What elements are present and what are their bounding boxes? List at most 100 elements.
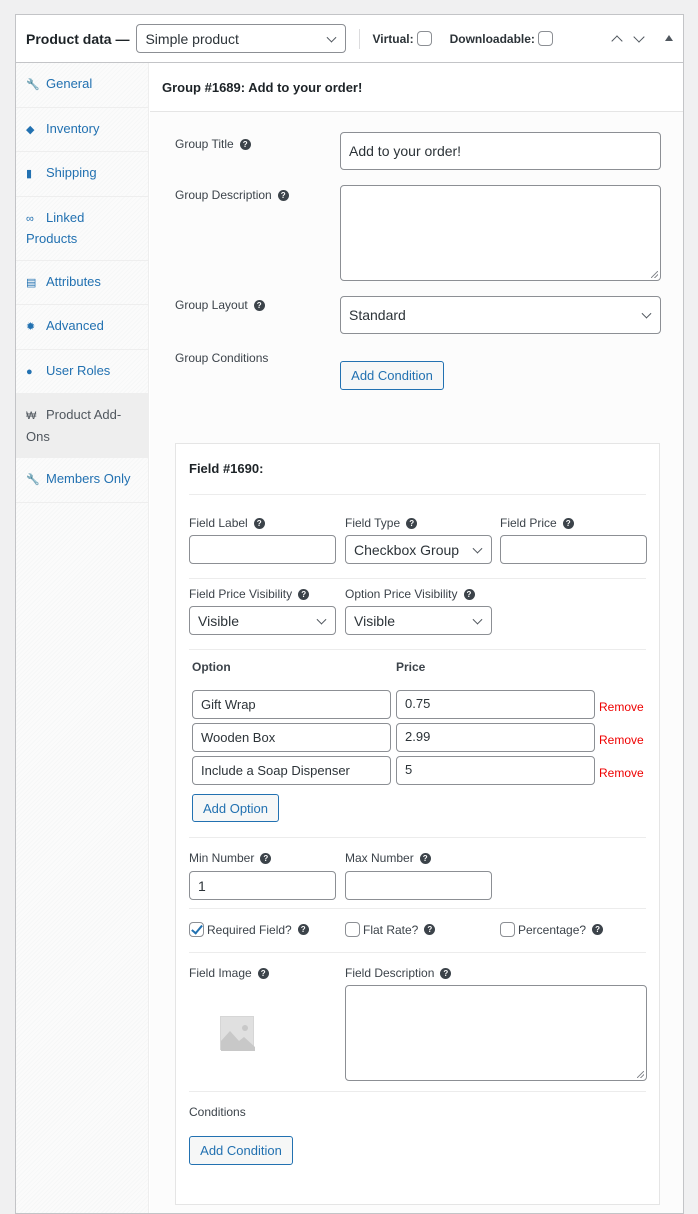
max-number-input[interactable] xyxy=(345,871,492,900)
option-name-input[interactable]: Wooden Box xyxy=(192,723,391,752)
add-option-button[interactable]: Add Option xyxy=(192,794,279,822)
label-text: Max Number xyxy=(345,851,414,865)
help-icon[interactable]: ? xyxy=(260,852,272,864)
resize-handle[interactable] xyxy=(637,1071,644,1078)
field-add-condition-button[interactable]: Add Condition xyxy=(189,1136,293,1165)
label-text: Field Image xyxy=(189,966,252,980)
help-icon[interactable]: ? xyxy=(253,299,265,311)
help-icon[interactable]: ? xyxy=(592,924,604,935)
field-price-input[interactable] xyxy=(500,535,647,564)
option-price-input[interactable]: 5 xyxy=(396,756,595,785)
tab-user-roles[interactable]: ● User Roles xyxy=(16,350,148,394)
input-value: 2.99 xyxy=(405,729,431,744)
tab-product-add-ons[interactable]: ₩ Product Add-Ons xyxy=(16,394,148,458)
field-price-visibility-select[interactable]: Visible xyxy=(189,606,336,635)
image-placeholder-icon[interactable] xyxy=(220,1016,255,1051)
remove-option-link[interactable]: Remove xyxy=(599,700,644,714)
tab-advanced[interactable]: ✹ Advanced xyxy=(16,305,148,350)
triangle-up-icon[interactable] xyxy=(665,35,673,41)
divider xyxy=(359,28,361,49)
resize-handle[interactable] xyxy=(651,271,658,278)
option-name-input[interactable]: Include a Soap Dispenser xyxy=(192,756,391,785)
percentage-option[interactable]: Percentage?? xyxy=(500,922,604,937)
divider xyxy=(189,578,646,579)
group-title-label: Group Title? xyxy=(175,137,251,151)
group-add-condition-button[interactable]: Add Condition xyxy=(340,361,444,390)
percentage-checkbox[interactable] xyxy=(500,922,515,937)
label-text: Group Conditions xyxy=(175,351,269,365)
label-text: Field Label xyxy=(189,516,248,530)
group-layout-select[interactable]: Standard xyxy=(340,296,661,334)
help-icon[interactable]: ? xyxy=(562,517,574,529)
chevron-down-icon xyxy=(327,32,337,43)
tag-icon: ◆ xyxy=(26,123,35,136)
help-icon[interactable]: ? xyxy=(253,517,265,529)
label-text: Conditions xyxy=(189,1105,246,1119)
tab-attributes[interactable]: ▤ Attributes xyxy=(16,261,148,305)
help-icon[interactable]: ? xyxy=(463,588,475,600)
field-type-select[interactable]: Checkbox Group xyxy=(345,535,492,564)
downloadable-option[interactable]: Downloadable: xyxy=(450,31,553,46)
help-icon[interactable]: ? xyxy=(277,189,289,201)
help-icon[interactable]: ? xyxy=(239,138,251,150)
tab-linked-products[interactable]: ∞ Linked Products xyxy=(16,197,148,261)
min-number-input[interactable]: 1 xyxy=(189,871,336,900)
input-value: 1 xyxy=(198,877,206,894)
help-icon[interactable]: ? xyxy=(440,967,452,979)
required-field-option[interactable]: Required Field?? xyxy=(189,922,309,937)
tab-members-only[interactable]: 🔧 Members Only xyxy=(16,458,148,503)
tab-general[interactable]: 🔧 General xyxy=(16,63,148,108)
wrench-icon: 🔧 xyxy=(26,79,40,91)
user-icon: ● xyxy=(26,365,33,378)
option-price-visibility-select[interactable]: Visible xyxy=(345,606,492,635)
remove-option-link[interactable]: Remove xyxy=(599,733,644,747)
tab-label: General xyxy=(46,76,93,91)
option-name-input[interactable]: Gift Wrap xyxy=(192,690,391,719)
select-value: Visible xyxy=(198,612,239,629)
virtual-checkbox[interactable] xyxy=(416,31,432,46)
group-title-input[interactable]: Add to your order! xyxy=(340,132,661,170)
help-icon[interactable]: ? xyxy=(257,967,269,979)
field-box: Field #1690: Field Label? Field Type? Ch… xyxy=(175,443,660,1205)
field-description-textarea[interactable] xyxy=(345,985,647,1081)
input-value: 0.75 xyxy=(405,696,431,711)
group-description-textarea[interactable] xyxy=(340,185,661,281)
product-type-select[interactable]: Simple product xyxy=(136,24,347,53)
select-value: Checkbox Group xyxy=(354,541,460,558)
label-text: Group Title xyxy=(175,137,234,151)
tab-inventory[interactable]: ◆ Inventory xyxy=(16,108,148,152)
downloadable-checkbox[interactable] xyxy=(537,31,553,46)
help-icon[interactable]: ? xyxy=(298,588,310,600)
option-price-input[interactable]: 2.99 xyxy=(396,723,595,752)
divider xyxy=(189,494,646,495)
options-header-option: Option xyxy=(192,660,231,674)
required-field-checkbox[interactable] xyxy=(189,922,204,937)
label-text: Min Number xyxy=(189,851,255,865)
tab-label: User Roles xyxy=(46,362,111,378)
flat-rate-checkbox[interactable] xyxy=(345,922,360,937)
product-data-tabs: 🔧 General ◆ Inventory ▮ Shipping ∞ Linked Pr… xyxy=(16,63,149,1213)
chevron-up-icon[interactable] xyxy=(611,35,623,47)
max-number-label: Max Number? xyxy=(345,851,431,865)
group-conditions-label: Group Conditions xyxy=(175,351,268,365)
divider xyxy=(189,1091,646,1092)
select-value: Visible xyxy=(354,612,395,629)
field-label-input[interactable] xyxy=(189,535,336,564)
help-icon[interactable]: ? xyxy=(406,517,418,529)
remove-option-link[interactable]: Remove xyxy=(599,766,644,780)
tab-label: Members Only xyxy=(46,471,131,486)
help-icon[interactable]: ? xyxy=(419,852,431,864)
help-icon[interactable]: ? xyxy=(424,924,436,935)
tab-shipping[interactable]: ▮ Shipping xyxy=(16,152,148,197)
chevron-down-icon[interactable] xyxy=(633,31,645,43)
field-type-label: Field Type? xyxy=(345,516,418,530)
virtual-option[interactable]: Virtual: xyxy=(372,31,432,46)
help-icon[interactable]: ? xyxy=(297,924,309,935)
tab-label: Inventory xyxy=(46,120,100,136)
truck-icon: ▮ xyxy=(26,168,33,180)
flat-rate-option[interactable]: Flat Rate?? xyxy=(345,922,436,937)
field-label-label: Field Label? xyxy=(189,516,265,530)
field-price-visibility-label: Field Price Visibility? xyxy=(189,587,310,601)
product-type-value: Simple product xyxy=(145,30,239,47)
option-price-input[interactable]: 0.75 xyxy=(396,690,595,719)
